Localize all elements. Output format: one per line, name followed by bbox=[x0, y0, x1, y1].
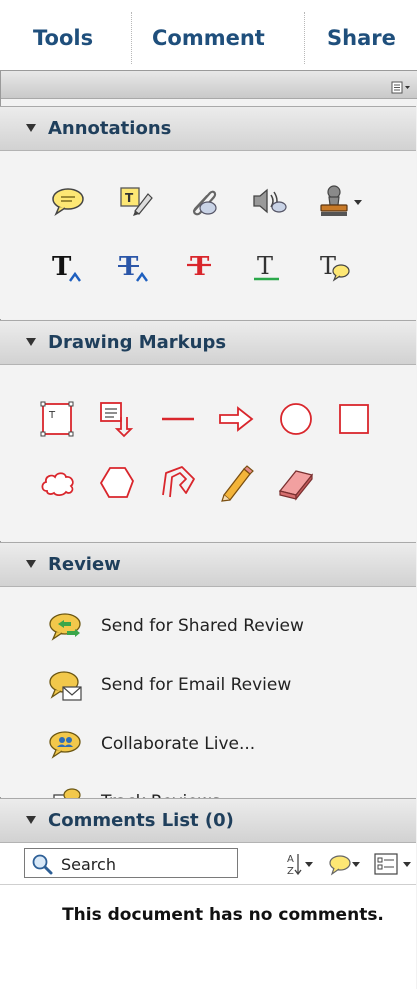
review-actions: Send for Shared Review Send for Email Re… bbox=[0, 587, 416, 818]
svg-text:T: T bbox=[48, 410, 56, 421]
cloud-icon[interactable] bbox=[38, 463, 78, 503]
collaborate-live-icon bbox=[45, 727, 85, 763]
replace-text-icon[interactable]: T bbox=[115, 247, 155, 287]
filter-comments-button[interactable] bbox=[328, 851, 362, 877]
annotations-tools: T T T T T T bbox=[0, 151, 416, 319]
oval-icon[interactable] bbox=[276, 399, 316, 439]
search-input[interactable] bbox=[61, 853, 231, 875]
text-box-icon[interactable]: T bbox=[38, 399, 78, 439]
sort-comments-button[interactable]: AZ bbox=[286, 851, 316, 877]
tab-separator bbox=[304, 12, 305, 64]
insert-text-icon[interactable]: T bbox=[48, 247, 88, 287]
collapse-triangle-icon bbox=[26, 560, 36, 568]
send-shared-review-button[interactable]: Send for Shared Review bbox=[45, 609, 385, 645]
drawing-markups-tools: T bbox=[0, 365, 416, 541]
tab-comment[interactable]: Comment bbox=[152, 26, 265, 50]
svg-text:A: A bbox=[287, 854, 294, 865]
tab-separator bbox=[131, 12, 132, 64]
panel-header bbox=[1, 71, 417, 99]
add-note-to-text-icon[interactable]: T bbox=[316, 247, 356, 287]
collapse-triangle-icon bbox=[26, 124, 36, 132]
stamp-dropdown-icon[interactable] bbox=[316, 181, 366, 221]
search-icon bbox=[31, 853, 53, 875]
eraser-icon[interactable] bbox=[276, 463, 316, 503]
collaborate-live-button[interactable]: Collaborate Live... bbox=[45, 727, 385, 763]
section-drawing-markups-header[interactable]: Drawing Markups bbox=[0, 320, 416, 365]
svg-text:T: T bbox=[52, 252, 72, 282]
svg-text:T: T bbox=[257, 252, 273, 280]
comments-list-body bbox=[0, 885, 416, 989]
strikethrough-text-icon[interactable]: T bbox=[182, 247, 222, 287]
section-title: Review bbox=[48, 554, 121, 575]
comments-options-button[interactable] bbox=[373, 851, 417, 877]
comments-search-box[interactable] bbox=[24, 848, 238, 878]
email-review-icon bbox=[45, 668, 85, 704]
review-item-label: Send for Email Review bbox=[101, 675, 292, 695]
collapse-triangle-icon bbox=[26, 338, 36, 346]
svg-text:T: T bbox=[190, 252, 210, 282]
panel-options-icon[interactable] bbox=[391, 79, 411, 94]
rectangle-icon[interactable] bbox=[334, 399, 374, 439]
section-title: Drawing Markups bbox=[48, 332, 227, 353]
line-icon[interactable] bbox=[158, 399, 198, 439]
highlight-text-icon[interactable]: T bbox=[115, 181, 155, 221]
tab-share[interactable]: Share bbox=[327, 26, 396, 50]
send-email-review-button[interactable]: Send for Email Review bbox=[45, 668, 385, 704]
section-comments-list-header[interactable]: Comments List (0) bbox=[0, 798, 416, 843]
svg-text:T: T bbox=[320, 252, 336, 280]
arrow-icon[interactable] bbox=[216, 399, 256, 439]
svg-text:T: T bbox=[125, 191, 134, 205]
empty-comments-message: This document has no comments. bbox=[62, 905, 384, 925]
connected-lines-icon[interactable] bbox=[158, 463, 198, 503]
attach-file-icon[interactable] bbox=[182, 181, 222, 221]
callout-icon[interactable] bbox=[97, 399, 137, 439]
tab-tools[interactable]: Tools bbox=[33, 26, 93, 50]
task-pane-tabs: Tools Comment Share bbox=[0, 0, 417, 80]
review-item-label: Send for Shared Review bbox=[101, 616, 304, 636]
sticky-note-icon[interactable] bbox=[48, 181, 88, 221]
section-title: Annotations bbox=[48, 118, 172, 139]
collapse-triangle-icon bbox=[26, 816, 36, 824]
svg-text:Z: Z bbox=[287, 866, 294, 877]
comments-list-toolbar: AZ bbox=[0, 843, 416, 885]
shared-review-icon bbox=[45, 609, 85, 645]
underline-text-icon[interactable]: T bbox=[249, 247, 289, 287]
section-review-header[interactable]: Review bbox=[0, 542, 416, 587]
polygon-icon[interactable] bbox=[97, 463, 137, 503]
section-title: Comments List (0) bbox=[48, 810, 234, 831]
review-item-label: Collaborate Live... bbox=[101, 734, 256, 754]
section-annotations-header[interactable]: Annotations bbox=[0, 106, 416, 151]
record-audio-icon[interactable] bbox=[249, 181, 289, 221]
pencil-icon[interactable] bbox=[216, 463, 256, 503]
